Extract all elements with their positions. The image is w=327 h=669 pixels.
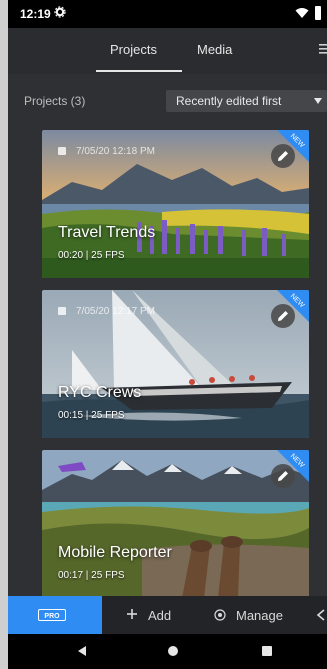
edit-project-button[interactable] — [271, 144, 295, 168]
tab-projects[interactable]: Projects — [110, 42, 157, 57]
project-meta: 00:20 | 25 FPS — [58, 250, 125, 261]
calendar-icon — [58, 307, 66, 315]
recent-apps-icon[interactable] — [262, 646, 272, 656]
gear-icon — [54, 6, 66, 18]
manage-button[interactable]: Manage — [236, 608, 283, 623]
status-time: 12:19 — [20, 7, 51, 21]
project-date: 7/05/20 12:17 PM — [76, 306, 155, 317]
sort-dropdown[interactable]: Recently edited first — [166, 90, 327, 112]
battery-icon — [315, 6, 321, 20]
manage-icon[interactable] — [214, 609, 226, 621]
back-icon[interactable] — [76, 645, 88, 657]
edit-project-button[interactable] — [271, 304, 295, 328]
add-button[interactable]: Add — [148, 608, 171, 623]
projects-toolbar: Projects (3) Recently edited first — [8, 86, 327, 116]
projects-count-label: Projects (3) — [24, 94, 86, 108]
phone-frame: 12:19 Projects Media Projects (3) Recent… — [0, 0, 327, 669]
pro-icon: PRO — [38, 609, 66, 621]
sort-dropdown-value: Recently edited first — [176, 94, 282, 108]
project-title: Mobile Reporter — [58, 544, 172, 561]
project-card-travel-trends[interactable]: 7/05/20 12:18 PM NEW Travel Trends 00:20… — [42, 130, 309, 278]
home-icon[interactable] — [168, 646, 178, 656]
edit-project-button[interactable] — [271, 464, 295, 488]
system-nav-bar — [8, 634, 327, 669]
project-title: Travel Trends — [58, 224, 156, 241]
bottom-action-bar: PRO Add Manage — [8, 596, 327, 634]
menu-icon[interactable] — [319, 43, 327, 55]
tab-media[interactable]: Media — [197, 42, 232, 57]
pencil-icon — [278, 151, 288, 161]
chevron-down-icon — [314, 98, 322, 104]
pencil-icon — [278, 311, 288, 321]
chevron-left-icon[interactable] — [316, 609, 326, 621]
pro-label: PRO — [44, 613, 60, 620]
top-tab-bar: Projects Media — [8, 28, 327, 74]
app-screen: 12:19 Projects Media Projects (3) Recent… — [8, 0, 327, 669]
plus-icon[interactable] — [126, 608, 138, 620]
pro-button[interactable]: PRO — [8, 596, 102, 634]
project-meta: 00:15 | 25 FPS — [58, 410, 125, 421]
project-meta: 00:17 | 25 FPS — [58, 570, 125, 581]
calendar-icon — [58, 147, 66, 155]
project-card-mobile-reporter[interactable]: NEW Mobile Reporter 00:17 | 25 FPS — [42, 450, 309, 598]
project-card-ryc-crews[interactable]: 7/05/20 12:17 PM NEW RYC Crews 00:15 | 2… — [42, 290, 309, 438]
project-title: RYC Crews — [58, 384, 142, 401]
status-bar: 12:19 — [8, 0, 327, 28]
project-date: 7/05/20 12:18 PM — [76, 146, 155, 157]
pencil-icon — [278, 471, 288, 481]
active-tab-indicator — [96, 70, 182, 72]
wifi-icon — [295, 8, 309, 18]
